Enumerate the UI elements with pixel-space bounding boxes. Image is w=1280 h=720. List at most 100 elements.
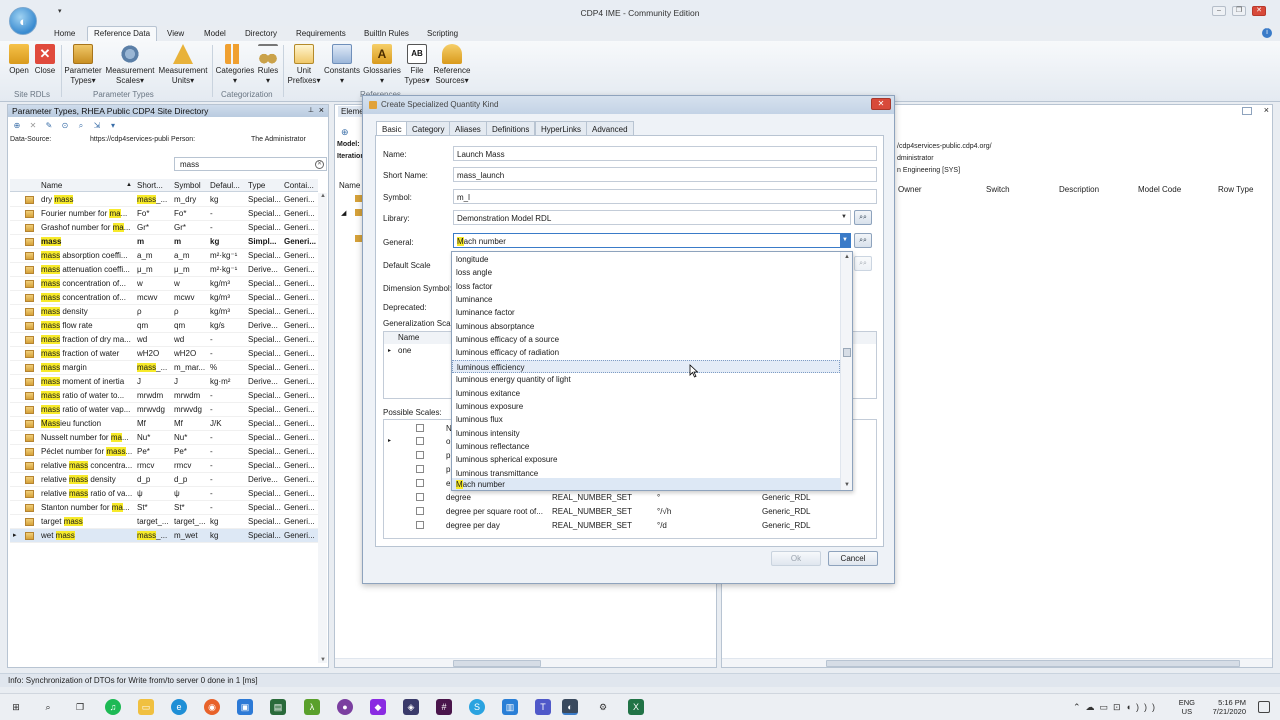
glossaries-button[interactable]: A Glossaries ▾ — [363, 44, 401, 85]
column-switch[interactable]: Switch — [986, 185, 1010, 194]
table-row[interactable]: relative mass concentra... rmcv rmcv - Speci… — [10, 459, 318, 473]
minimize-button[interactable]: – — [1212, 6, 1226, 16]
open-button[interactable]: Open — [8, 44, 30, 76]
tab-home[interactable]: Home — [54, 27, 75, 41]
column-owner[interactable]: Owner — [898, 185, 922, 194]
possible-scale-row[interactable]: degree per day REAL_NUMBER_SET °/d Gener… — [384, 519, 876, 532]
close-panel-icon[interactable]: × — [319, 105, 324, 115]
tab-reference-data[interactable]: Reference Data — [87, 26, 158, 41]
terminal-icon[interactable]: ▤ — [270, 699, 286, 715]
delete-icon[interactable]: ✕ — [28, 121, 38, 131]
store-icon[interactable]: ▣ — [237, 699, 253, 715]
mid-add-icon[interactable]: ⊕ — [341, 127, 349, 138]
app-logo-icon[interactable]: ◐ — [9, 7, 37, 35]
tree-expand-icon[interactable]: ◢ — [341, 209, 346, 217]
possible-scale-row[interactable]: degree REAL_NUMBER_SET ° Generic_RDL — [384, 491, 876, 504]
symbol-field[interactable]: m_l — [453, 189, 877, 204]
table-row[interactable]: Nusselt number for ma... Nu* Nu* - Special..… — [10, 431, 318, 445]
dev-app-icon[interactable]: ◈ — [403, 699, 419, 715]
maximize-button[interactable]: ❐ — [1232, 6, 1246, 16]
tab-requirements[interactable]: Requirements — [296, 27, 346, 41]
dropdown-item[interactable]: luminous flux — [452, 413, 840, 426]
file-explorer-icon[interactable]: ▭ — [138, 699, 154, 715]
tab-view[interactable]: View — [167, 27, 184, 41]
search-icon[interactable]: ⌕ — [76, 121, 86, 131]
checkbox[interactable] — [416, 465, 424, 473]
dropdown-item[interactable]: luminous efficacy of a source — [452, 333, 840, 346]
short-name-field[interactable]: mass_launch — [453, 167, 877, 182]
reference-sources-button[interactable]: Reference Sources▾ — [433, 44, 471, 85]
vertical-scrollbar[interactable]: ▲ ▼ — [318, 193, 327, 663]
pin-icon[interactable]: ⊥ — [308, 106, 314, 114]
table-row[interactable]: mass ratio of water to... mrwdm mrwdm - Spec… — [10, 389, 318, 403]
unit-prefixes-button[interactable]: Unit Prefixes▾ — [286, 44, 322, 85]
tab-builtin-rules[interactable]: BuiltIn Rules — [364, 27, 409, 41]
dropdown-item[interactable]: luminous efficiency — [452, 359, 840, 374]
column-short-name[interactable]: Short... — [137, 181, 163, 190]
search-icon[interactable]: ⌕ — [40, 699, 56, 715]
cancel-button[interactable]: Cancel — [828, 551, 878, 566]
tab-model[interactable]: Model — [204, 27, 226, 41]
measurement-scales-button[interactable]: Measurement Scales▾ — [104, 44, 156, 85]
general-inspect-button[interactable]: ⌕⌕ — [854, 233, 872, 248]
dropdown-item[interactable]: luminous exposure — [452, 400, 840, 413]
row-expand-icon[interactable]: ▸ — [388, 347, 391, 354]
windows-start-icon[interactable]: ⊞ — [8, 699, 24, 715]
ok-button[interactable]: Ok — [771, 551, 821, 566]
checkbox[interactable] — [416, 424, 424, 432]
tab-basic[interactable]: Basic — [376, 121, 408, 136]
table-row[interactable]: mass ratio of water vap... mrwvdg mrwvdg - S… — [10, 403, 318, 417]
notifications-icon[interactable] — [1258, 701, 1270, 713]
table-row[interactable]: target mass target_... target_... kg Special… — [10, 515, 318, 529]
settings-gear-icon[interactable]: ⚙ — [595, 699, 611, 715]
app-circle-icon[interactable]: ● — [337, 699, 353, 715]
table-row[interactable]: dry mass mass_... m_dry kg Special... Generi.… — [10, 193, 318, 207]
measurement-units-button[interactable]: Measurement Units▾ — [157, 44, 209, 85]
scroll-down-icon[interactable]: ▼ — [844, 482, 850, 488]
checkbox[interactable] — [416, 521, 424, 529]
dropdown-item[interactable]: luminous absorptance — [452, 320, 840, 333]
remote-desktop-icon[interactable]: ▥ — [502, 699, 518, 715]
clear-search-icon[interactable]: ✕ — [315, 160, 324, 169]
dropdown-item[interactable]: loss angle — [452, 266, 840, 279]
search-input[interactable]: mass ✕ — [174, 157, 327, 171]
dropdown-item[interactable]: longitude — [452, 253, 840, 266]
column-type[interactable]: Type — [248, 181, 265, 190]
table-row[interactable]: Grashof number for ma... Gr* Gr* - Special..… — [10, 221, 318, 235]
table-row[interactable]: mass absorption coeffi... a_m a_m m²·kg⁻¹ Sp… — [10, 249, 318, 263]
name-field[interactable]: Launch Mass — [453, 146, 877, 161]
tab-hyperlinks[interactable]: HyperLinks — [535, 121, 588, 135]
general-select[interactable]: Mach number ▼ — [453, 233, 851, 248]
table-row[interactable]: Fourier number for ma... Fo* Fo* - Special..… — [10, 207, 318, 221]
library-inspect-button[interactable]: ⌕⌕ — [854, 210, 872, 225]
language-indicator[interactable]: ENG US — [1179, 698, 1195, 716]
export-icon[interactable]: ⇲ — [92, 121, 102, 131]
table-row[interactable]: mass moment of inertia J Jkg·m² Derive... Ge… — [10, 375, 318, 389]
right-horizontal-scrollbar[interactable] — [722, 658, 1272, 667]
dropdown-item[interactable]: luminous energy quantity of light — [452, 373, 840, 386]
default-scale-inspect-button[interactable]: ⌕⌕ — [854, 256, 872, 271]
checkbox[interactable] — [416, 493, 424, 501]
file-types-button[interactable]: AB File Types▾ — [403, 44, 431, 85]
task-view-icon[interactable]: ❐ — [72, 699, 88, 715]
toolbar-dropdown-icon[interactable]: ▾ — [108, 121, 118, 131]
dropdown-item[interactable]: luminous intensity — [452, 427, 840, 440]
table-row[interactable]: Stanton number for ma... St* St* - Special..… — [10, 501, 318, 515]
table-row[interactable]: mass m m kg Simpl... Generi... — [10, 235, 318, 249]
checkbox[interactable] — [416, 479, 424, 487]
mid-horizontal-scrollbar[interactable] — [335, 658, 716, 667]
dropdown-item[interactable]: luminous exitance — [452, 387, 840, 400]
spotify-icon[interactable]: ♫ — [105, 699, 121, 715]
categories-button[interactable]: Categories ▾ — [215, 44, 255, 85]
tab-directory[interactable]: Directory — [245, 27, 277, 41]
close-right-panel-icon[interactable]: × — [1264, 105, 1269, 115]
slack-icon[interactable]: # — [436, 699, 452, 715]
scroll-up-icon[interactable]: ▲ — [844, 254, 850, 260]
panel-dropdown-icon[interactable] — [1242, 107, 1252, 115]
chevron-down-icon[interactable]: ▼ — [840, 234, 850, 247]
add-icon[interactable]: ⊕ — [12, 121, 22, 131]
excel-icon[interactable]: X — [628, 699, 644, 715]
help-icon[interactable]: i — [1262, 28, 1272, 38]
table-row[interactable]: Péclet number for mass... Pe* Pe* - Special.… — [10, 445, 318, 459]
dropdown-scrollbar[interactable]: ▲ ▼ — [840, 252, 852, 490]
